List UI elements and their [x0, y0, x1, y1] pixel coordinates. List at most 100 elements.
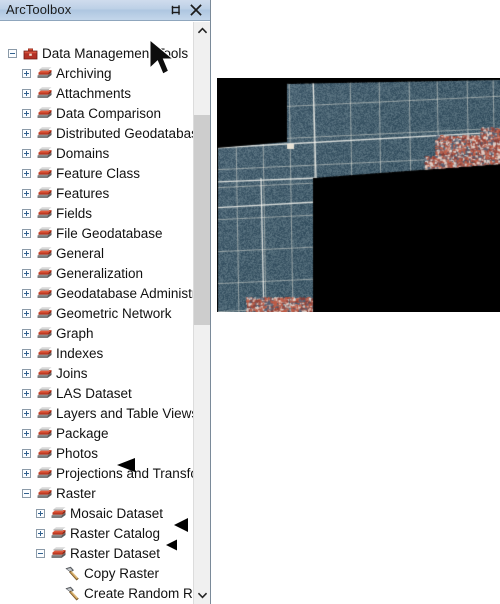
- tree-item[interactable]: Raster Dataset: [0, 544, 194, 564]
- expand-icon[interactable]: [22, 109, 31, 118]
- tree-item-label: Data Comparison: [56, 106, 161, 121]
- tree-item-label: Features: [56, 186, 109, 201]
- tool-icon: [64, 586, 81, 601]
- toolset-icon: [36, 306, 53, 321]
- expand-icon[interactable]: [22, 389, 31, 398]
- expand-icon[interactable]: [22, 429, 31, 438]
- toolset-icon: [36, 66, 53, 81]
- tree-item-label: General: [56, 246, 104, 261]
- tree-item-label: Domains: [56, 146, 109, 161]
- tree-item[interactable]: Feature Class: [0, 164, 194, 184]
- expand-icon[interactable]: [22, 269, 31, 278]
- expand-icon[interactable]: [22, 449, 31, 458]
- expand-icon[interactable]: [22, 229, 31, 238]
- tree-item[interactable]: Raster: [0, 484, 194, 504]
- expand-icon[interactable]: [22, 329, 31, 338]
- tree-item[interactable]: Raster Catalog: [0, 524, 194, 544]
- raster-mosaic-display[interactable]: [217, 78, 500, 312]
- toolset-icon: [36, 386, 53, 401]
- tree-item[interactable]: LAS Dataset: [0, 384, 194, 404]
- tree-item[interactable]: Archiving: [0, 64, 194, 84]
- chevron-down-icon: [198, 592, 207, 599]
- scroll-down-button[interactable]: [194, 587, 210, 604]
- map-data-view[interactable]: [210, 0, 500, 604]
- tree-item-label: Package: [56, 426, 109, 441]
- tree-item[interactable]: Indexes: [0, 344, 194, 364]
- expand-icon[interactable]: [36, 529, 45, 538]
- toolbox-tree[interactable]: Data Management Tools Archiving Attachment…: [0, 22, 194, 604]
- pin-icon[interactable]: [168, 2, 184, 18]
- tree-item-label: Raster Catalog: [70, 526, 160, 541]
- tree-item[interactable]: Data Comparison: [0, 104, 194, 124]
- collapse-icon[interactable]: [22, 489, 31, 498]
- tree-item-label: Photos: [56, 446, 98, 461]
- close-icon[interactable]: [188, 2, 204, 18]
- toolset-icon: [36, 286, 53, 301]
- tree-item-label: Raster: [56, 486, 96, 501]
- toolset-icon: [36, 166, 53, 181]
- tree-item[interactable]: Package: [0, 424, 194, 444]
- scrollbar-track[interactable]: [194, 39, 210, 587]
- tree-item[interactable]: Features: [0, 184, 194, 204]
- expand-icon[interactable]: [22, 149, 31, 158]
- tree-item[interactable]: Copy Raster: [0, 564, 194, 584]
- tree-item-label: Create Random Raster: [84, 586, 194, 601]
- tree-root-item[interactable]: Data Management Tools: [0, 44, 194, 64]
- toolset-icon: [36, 206, 53, 221]
- toolset-icon: [36, 486, 53, 501]
- tree-item[interactable]: General: [0, 244, 194, 264]
- tree-item-label: Data Management Tools: [42, 46, 188, 61]
- tree-item[interactable]: Create Random Raster: [0, 584, 194, 604]
- tree-item[interactable]: Fields: [0, 204, 194, 224]
- tree-item[interactable]: Generalization: [0, 264, 194, 284]
- tree-item-label: Generalization: [56, 266, 143, 281]
- tree-item[interactable]: Geodatabase Administration: [0, 284, 194, 304]
- tree-vertical-scrollbar[interactable]: [193, 22, 210, 604]
- tree-item[interactable]: Joins: [0, 364, 194, 384]
- expand-icon[interactable]: [22, 469, 31, 478]
- tree-item-label: Attachments: [56, 86, 131, 101]
- expand-icon[interactable]: [22, 409, 31, 418]
- arcmap-screenshot: ArcToolbox Data Management Tools Archivi…: [0, 0, 500, 604]
- toolset-icon: [36, 346, 53, 361]
- expand-icon[interactable]: [22, 369, 31, 378]
- tree-item[interactable]: Layers and Table Views: [0, 404, 194, 424]
- tree-item[interactable]: Photos: [0, 444, 194, 464]
- tree-item-label: Distributed Geodatabase: [56, 126, 194, 141]
- toolset-icon: [36, 186, 53, 201]
- toolset-icon: [36, 86, 53, 101]
- expand-icon[interactable]: [22, 289, 31, 298]
- toolset-icon: [36, 126, 53, 141]
- tree-item[interactable]: Projections and Transformations: [0, 464, 194, 484]
- toolset-icon: [36, 226, 53, 241]
- expand-icon[interactable]: [22, 189, 31, 198]
- expand-icon[interactable]: [36, 509, 45, 518]
- expand-icon[interactable]: [22, 309, 31, 318]
- toolset-icon: [36, 426, 53, 441]
- collapse-icon[interactable]: [36, 549, 45, 558]
- expand-icon[interactable]: [22, 89, 31, 98]
- expand-icon[interactable]: [22, 349, 31, 358]
- expand-icon[interactable]: [22, 209, 31, 218]
- tree-item-label: Geodatabase Administration: [56, 286, 194, 301]
- expand-icon[interactable]: [22, 69, 31, 78]
- tree-item[interactable]: Attachments: [0, 84, 194, 104]
- expand-icon[interactable]: [22, 129, 31, 138]
- toolset-icon: [50, 506, 67, 521]
- tree-item[interactable]: File Geodatabase: [0, 224, 194, 244]
- tree-item[interactable]: Domains: [0, 144, 194, 164]
- arctoolbox-titlebar[interactable]: ArcToolbox: [0, 0, 210, 21]
- expand-icon[interactable]: [22, 249, 31, 258]
- scroll-up-button[interactable]: [194, 22, 210, 39]
- tree-item[interactable]: Mosaic Dataset: [0, 504, 194, 524]
- tree-item[interactable]: Distributed Geodatabase: [0, 124, 194, 144]
- toolset-icon: [50, 526, 67, 541]
- collapse-icon[interactable]: [8, 49, 17, 58]
- tree-item-label: Copy Raster: [84, 566, 159, 581]
- tree-item[interactable]: Geometric Network: [0, 304, 194, 324]
- tree-item[interactable]: Graph: [0, 324, 194, 344]
- arctoolbox-body: Data Management Tools Archiving Attachment…: [0, 21, 210, 604]
- tree-item-label: File Geodatabase: [56, 226, 163, 241]
- scrollbar-thumb[interactable]: [194, 115, 210, 325]
- expand-icon[interactable]: [22, 169, 31, 178]
